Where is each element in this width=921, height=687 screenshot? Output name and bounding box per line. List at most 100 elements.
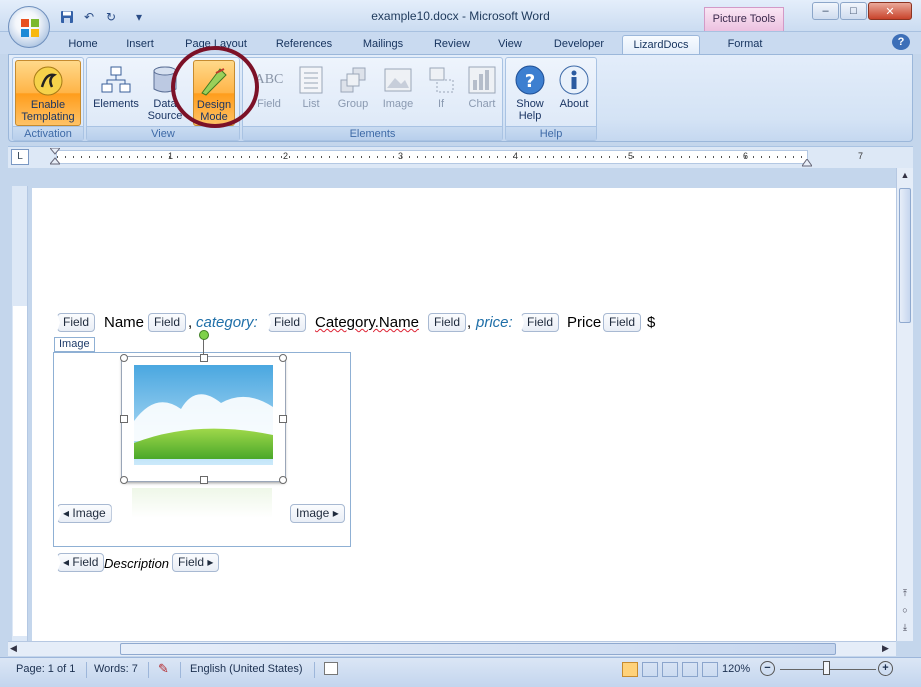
divider xyxy=(86,662,87,678)
tab-selector-button[interactable]: L xyxy=(11,149,29,165)
language-indicator[interactable]: English (United States) xyxy=(190,663,303,675)
ruler-tick xyxy=(713,156,714,158)
resize-handle[interactable] xyxy=(279,415,287,423)
tab-references[interactable]: References xyxy=(268,35,340,54)
image-control-title[interactable]: Image xyxy=(54,337,95,352)
ruler-tick xyxy=(737,156,738,158)
ruler-tick xyxy=(625,156,626,158)
ruler-tick xyxy=(153,156,154,158)
tab-home[interactable]: Home xyxy=(60,35,106,54)
info-icon xyxy=(559,65,589,95)
tab-lizarddocs[interactable]: LizardDocs xyxy=(622,35,700,54)
web-layout-icon[interactable] xyxy=(662,662,678,677)
browse-object-icon[interactable]: ○ xyxy=(899,605,911,617)
word-count[interactable]: Words: 7 xyxy=(94,663,138,675)
about-button[interactable]: About xyxy=(552,60,596,126)
resize-handle[interactable] xyxy=(279,354,287,362)
chart-button[interactable]: Chart xyxy=(463,60,501,126)
zoom-in-button[interactable]: + xyxy=(878,661,893,676)
ruler-tick xyxy=(761,156,762,158)
vertical-scroll-thumb[interactable] xyxy=(899,188,911,323)
svg-text:?: ? xyxy=(525,71,535,92)
tab-mailings[interactable]: Mailings xyxy=(354,35,412,54)
field-start-tag[interactable]: ◂ Field xyxy=(57,553,105,572)
enable-templating-button[interactable]: Enable Templating xyxy=(15,60,81,126)
resize-handle[interactable] xyxy=(279,476,287,484)
divider xyxy=(314,662,315,678)
elements-button[interactable]: Elements xyxy=(89,60,143,126)
indent-marker-icon[interactable] xyxy=(48,147,62,166)
zoom-slider-thumb[interactable] xyxy=(823,661,830,675)
ruler-tick xyxy=(241,156,242,158)
next-page-icon[interactable]: ⤓ xyxy=(899,622,911,634)
page-count[interactable]: Page: 1 of 1 xyxy=(16,663,75,675)
ruler-tick xyxy=(361,156,362,158)
resize-handle[interactable] xyxy=(200,476,208,484)
field-end-tag[interactable]: Field xyxy=(428,313,467,332)
horizontal-scroll-thumb[interactable] xyxy=(120,643,836,655)
resize-handle[interactable] xyxy=(120,415,128,423)
vertical-ruler xyxy=(12,186,28,641)
image-start-tag[interactable]: ◂ Image xyxy=(57,504,112,523)
tab-view[interactable]: View xyxy=(490,35,530,54)
previous-page-icon[interactable]: ⤒ xyxy=(899,588,911,600)
group-button[interactable]: Group xyxy=(331,60,375,126)
outline-view-icon[interactable] xyxy=(682,662,698,677)
scroll-right-icon[interactable]: ▶ xyxy=(882,643,894,655)
image-end-tag[interactable]: Image ▸ xyxy=(290,504,345,523)
tab-developer[interactable]: Developer xyxy=(546,35,612,54)
field-end-tag[interactable]: Field xyxy=(148,313,187,332)
group-label: Group xyxy=(337,98,369,110)
resize-handle[interactable] xyxy=(200,354,208,362)
office-button[interactable] xyxy=(8,6,50,48)
scroll-up-icon[interactable]: ▲ xyxy=(899,170,911,184)
close-button[interactable]: ✕ xyxy=(868,2,912,20)
about-label: About xyxy=(559,98,589,110)
macro-record-icon[interactable] xyxy=(324,662,338,675)
ruler-tick xyxy=(113,156,114,158)
ruler-tick xyxy=(393,156,394,158)
tab-insert[interactable]: Insert xyxy=(118,35,162,54)
zoom-out-button[interactable]: − xyxy=(760,661,775,676)
vertical-scrollbar[interactable]: ▲ ⤒ ○ ⤓ xyxy=(896,168,913,641)
ruler-tick xyxy=(417,156,418,158)
field-start-tag[interactable]: Field xyxy=(268,313,307,332)
ruler-tick xyxy=(257,156,258,158)
rotate-handle[interactable] xyxy=(199,330,209,340)
ruler-strip: 1 2 3 4 5 6 xyxy=(56,150,808,164)
ruler-tick xyxy=(169,156,170,158)
draft-view-icon[interactable] xyxy=(702,662,718,677)
tab-format[interactable]: Format xyxy=(716,35,774,54)
ruler-tick xyxy=(513,156,514,158)
full-screen-reading-icon[interactable] xyxy=(642,662,658,677)
proofing-icon[interactable]: ✎ xyxy=(158,661,169,677)
image-button[interactable]: Image xyxy=(377,60,419,126)
list-button[interactable]: List xyxy=(291,60,331,126)
ruler-tick xyxy=(249,156,250,158)
maximize-button[interactable]: □ xyxy=(840,2,867,20)
list-label: List xyxy=(302,98,320,110)
field-end-tag[interactable]: Field ▸ xyxy=(172,553,220,572)
zoom-level[interactable]: 120% xyxy=(722,663,750,675)
help-icon[interactable]: ? xyxy=(892,34,910,50)
ruler-tick xyxy=(545,156,546,158)
placeholder-picture[interactable] xyxy=(121,356,286,482)
show-help-button[interactable]: ? Show Help xyxy=(508,60,552,126)
price-text: Price xyxy=(567,314,602,331)
group-label-view: View xyxy=(87,126,239,140)
if-button[interactable]: If xyxy=(423,60,459,126)
field-start-tag[interactable]: Field xyxy=(521,313,560,332)
lizard-templating-icon xyxy=(33,66,63,96)
right-indent-marker-icon[interactable] xyxy=(801,158,813,167)
minimize-button[interactable]: – xyxy=(812,2,839,20)
horizontal-scrollbar[interactable]: ◀ ▶ xyxy=(8,641,896,656)
ruler-tick xyxy=(489,156,490,158)
ruler-tick xyxy=(745,156,746,158)
field-end-tag[interactable]: Field xyxy=(603,313,642,332)
tab-review[interactable]: Review xyxy=(426,35,478,54)
scroll-left-icon[interactable]: ◀ xyxy=(10,643,22,655)
field-start-tag[interactable]: Field xyxy=(57,313,96,332)
resize-handle[interactable] xyxy=(120,354,128,362)
print-layout-view-icon[interactable] xyxy=(622,662,638,677)
resize-handle[interactable] xyxy=(120,476,128,484)
